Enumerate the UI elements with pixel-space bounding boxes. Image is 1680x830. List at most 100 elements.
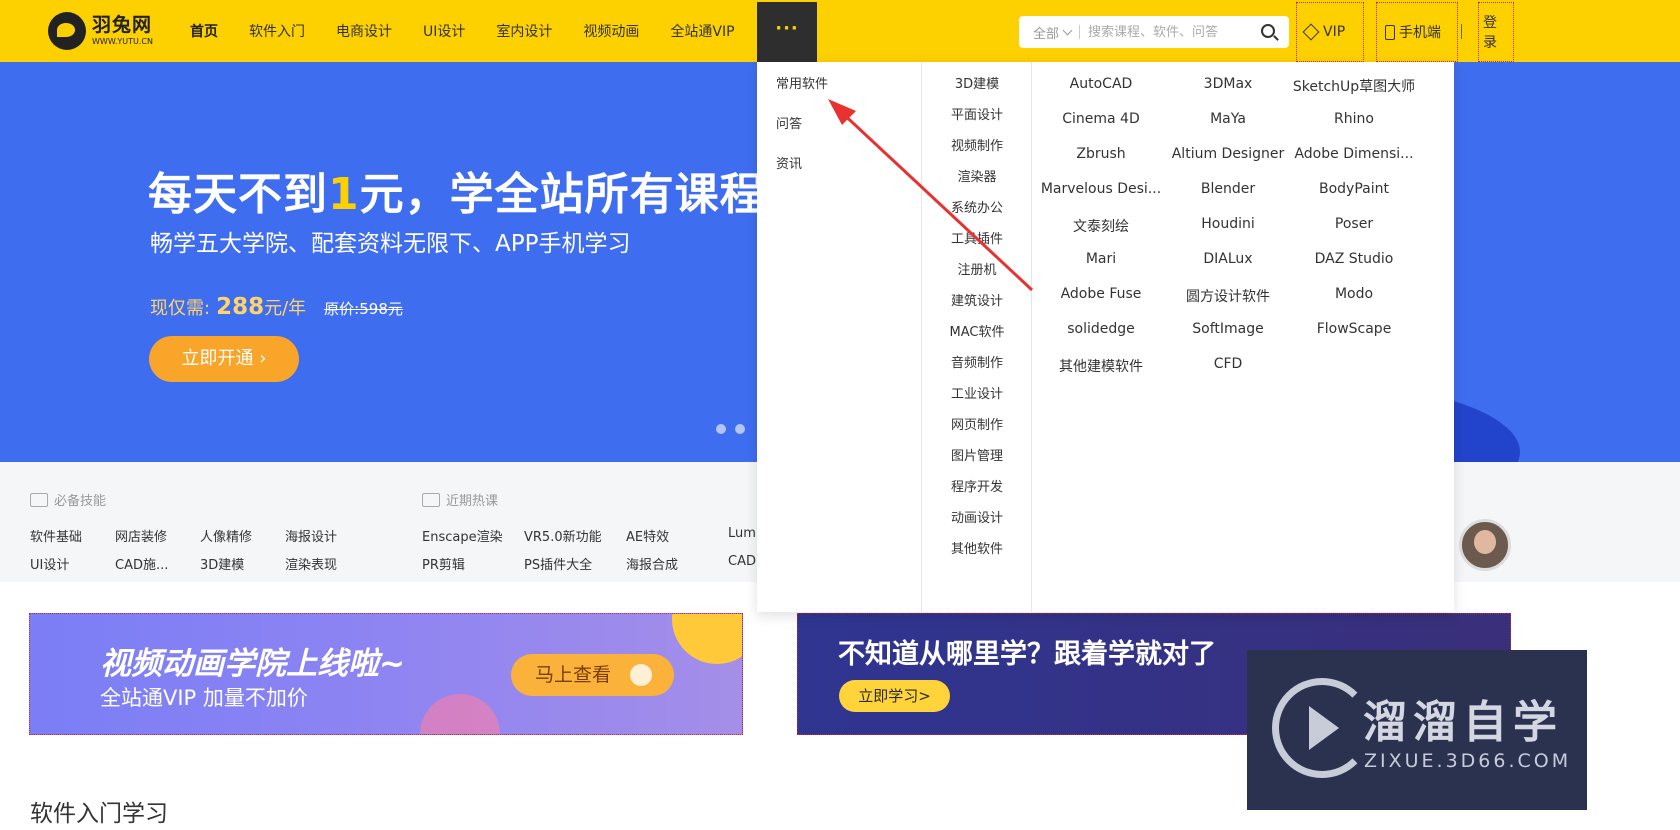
search-divider <box>1079 25 1081 39</box>
skills-heading: 必备技能 <box>30 490 106 509</box>
hot-course-link[interactable]: PS插件大全 <box>524 554 592 573</box>
carousel-dots <box>716 424 754 434</box>
more-menu-button[interactable]: ··· <box>757 2 817 62</box>
software-item[interactable]: 圆方设计软件 <box>1163 286 1293 306</box>
software-item[interactable]: Modo <box>1289 286 1419 302</box>
skill-link[interactable]: 人像精修 <box>200 526 252 545</box>
software-item[interactable]: DIALux <box>1163 251 1293 267</box>
edit-icon <box>30 492 48 507</box>
nav-software-intro[interactable]: 软件入门 <box>249 21 305 41</box>
logo-domain: WWW.YUTU.CN <box>92 37 153 46</box>
software-item[interactable]: Zbrush <box>1036 146 1166 162</box>
watermark-logo: 溜溜自学 ZIXUE.3D66.COM <box>1247 650 1587 810</box>
software-item[interactable]: Blender <box>1163 181 1293 197</box>
logo-text: 羽兔网 WWW.YUTU.CN <box>92 16 153 46</box>
promo-title: 不知道从哪里学？跟着学就对了 <box>838 639 1216 670</box>
subcategory-item[interactable]: 动画设计 <box>922 507 1032 526</box>
software-item[interactable]: SoftImage <box>1163 321 1293 337</box>
software-item[interactable]: BodyPaint <box>1289 181 1419 197</box>
software-item[interactable]: Altium Designer <box>1163 146 1293 162</box>
software-item[interactable]: solidedge <box>1036 321 1166 337</box>
category-qa[interactable]: 问答 <box>776 113 802 132</box>
software-item[interactable]: AutoCAD <box>1036 76 1166 92</box>
search-input[interactable] <box>1088 24 1259 40</box>
hot-course-link[interactable]: AE特效 <box>626 526 669 545</box>
search-scope-select[interactable]: 全部 <box>1019 23 1073 42</box>
skill-link[interactable]: 渲染表现 <box>285 554 337 573</box>
nav-ecommerce[interactable]: 电商设计 <box>336 21 392 41</box>
software-item[interactable]: 3DMax <box>1163 76 1293 92</box>
search-scope-label: 全部 <box>1033 26 1060 42</box>
subcategory-item[interactable]: 音频制作 <box>922 352 1032 371</box>
mobile-app-link[interactable]: 手机端 <box>1376 2 1458 62</box>
nav-ui-design[interactable]: UI设计 <box>423 21 465 41</box>
software-item[interactable]: Cinema 4D <box>1036 111 1166 127</box>
nav-video-animation[interactable]: 视频动画 <box>583 21 639 41</box>
carousel-dot[interactable] <box>716 424 726 434</box>
category-news[interactable]: 资讯 <box>776 153 802 172</box>
nav-vip[interactable]: 全站通VIP <box>670 21 734 41</box>
skill-link[interactable]: UI设计 <box>30 554 69 573</box>
hot-course-link[interactable]: CAD <box>728 554 756 569</box>
software-item[interactable]: Adobe Fuse <box>1036 286 1166 302</box>
hot-course-link[interactable]: Lum <box>728 526 756 541</box>
category-common-software[interactable]: 常用软件 <box>776 73 828 92</box>
annotation-arrow <box>828 99 1034 292</box>
skill-link[interactable]: 网店装修 <box>115 526 167 545</box>
software-item[interactable]: FlowScape <box>1289 321 1419 337</box>
nav-home[interactable]: 首页 <box>190 21 218 41</box>
search-icon[interactable] <box>1261 24 1275 38</box>
software-item[interactable]: Rhino <box>1289 111 1419 127</box>
hot-heading-label: 近期热课 <box>446 494 499 509</box>
subcategory-item[interactable]: 图片管理 <box>922 445 1032 464</box>
site-logo[interactable]: 羽兔网 WWW.YUTU.CN <box>48 12 153 50</box>
vip-link[interactable]: VIP <box>1296 2 1364 62</box>
hot-course-link[interactable]: 海报合成 <box>626 554 678 573</box>
software-item[interactable]: DAZ Studio <box>1289 251 1419 267</box>
subcategory-item[interactable]: 工业设计 <box>922 383 1032 402</box>
software-item[interactable]: Poser <box>1289 216 1419 232</box>
promo-decoration <box>420 694 500 734</box>
vip-label: VIP <box>1323 24 1346 40</box>
software-item[interactable]: SketchUp草图大师 <box>1289 76 1419 96</box>
subcategory-item[interactable]: MAC软件 <box>922 321 1032 340</box>
skills-heading-label: 必备技能 <box>54 494 107 509</box>
price-value: 288 <box>216 294 265 320</box>
software-item[interactable]: 文泰刻绘 <box>1036 216 1166 236</box>
hot-course-link[interactable]: Enscape渲染 <box>422 526 503 545</box>
software-item[interactable]: CFD <box>1163 356 1293 372</box>
hot-courses-heading: 近期热课 <box>422 490 498 509</box>
view-now-button[interactable]: 马上查看 <box>511 654 674 696</box>
hot-course-link[interactable]: VR5.0新功能 <box>524 526 602 545</box>
hero-title-highlight: 1 <box>328 169 360 220</box>
price-prefix: 现仅需: <box>150 298 211 319</box>
skill-link[interactable]: 3D建模 <box>200 554 244 573</box>
software-item[interactable]: 其他建模软件 <box>1036 356 1166 376</box>
carousel-dot[interactable] <box>735 424 745 434</box>
software-item[interactable]: Mari <box>1036 251 1166 267</box>
play-icon <box>1309 706 1339 750</box>
software-item[interactable]: MaYa <box>1163 111 1293 127</box>
subcategory-item[interactable]: 其他软件 <box>922 538 1032 557</box>
skill-link[interactable]: 海报设计 <box>285 526 337 545</box>
price-unit: 元/年 <box>264 298 307 319</box>
user-avatar[interactable] <box>1459 519 1511 571</box>
subcategory-item[interactable]: 网页制作 <box>922 414 1032 433</box>
software-item[interactable]: Adobe Dimensi... <box>1289 146 1419 162</box>
login-link[interactable]: 登录 <box>1478 2 1514 62</box>
software-item[interactable]: Houdini <box>1163 216 1293 232</box>
promo-banner-video-college[interactable]: 视频动画学院上线啦~ 全站通VIP 加量不加价 马上查看 <box>29 613 743 735</box>
subcategory-item[interactable]: 程序开发 <box>922 476 1032 495</box>
subcategory-item[interactable]: 3D建模 <box>922 73 1032 92</box>
phone-icon <box>1385 24 1395 40</box>
hero-title-part: 每天不到 <box>148 169 328 220</box>
hot-course-link[interactable]: PR剪辑 <box>422 554 465 573</box>
nav-interior[interactable]: 室内设计 <box>496 21 552 41</box>
open-vip-button[interactable]: 立即开通 › <box>149 336 299 382</box>
learn-now-button[interactable]: 立即学习> <box>839 680 950 712</box>
hero-title-part: 元，学全站所有课程 <box>359 169 765 220</box>
software-item[interactable]: Marvelous Desi... <box>1036 181 1166 197</box>
skill-link[interactable]: 软件基础 <box>30 526 82 545</box>
skill-link[interactable]: CAD施... <box>115 554 168 573</box>
login-label: 登录 <box>1483 15 1497 51</box>
